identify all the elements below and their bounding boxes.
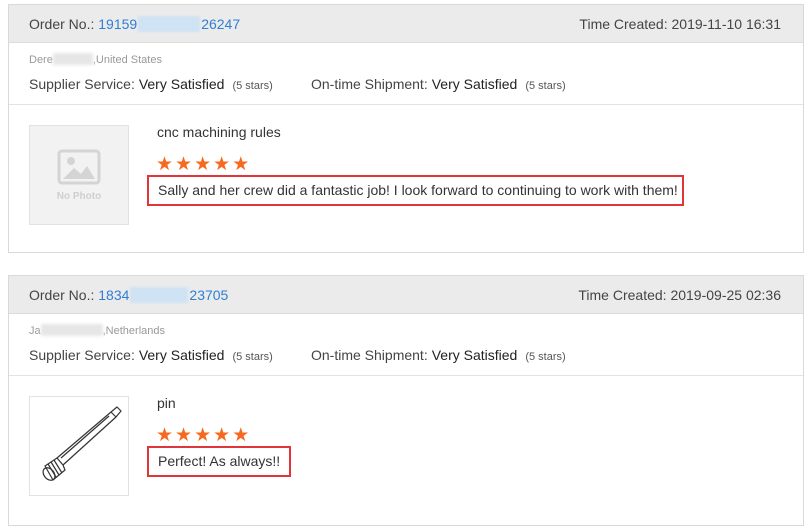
product-name[interactable]: cnc machining rules: [157, 124, 281, 140]
star-icon: ★: [213, 154, 231, 175]
redacted-mask: [52, 53, 93, 65]
time-created: Time Created: 2019-11-10 16:31: [579, 16, 781, 32]
time-created-label: Time Created:: [579, 15, 668, 32]
buyer-info: Dere ,United States: [29, 53, 783, 67]
buyer-name: Ja: [29, 325, 41, 337]
supplier-service-label: Supplier Service:: [29, 347, 135, 363]
ontime-shipment-label: On-time Shipment:: [311, 76, 428, 92]
no-photo-label: No Photo: [56, 190, 102, 202]
time-created-value: 2019-09-25 02:36: [670, 286, 781, 303]
ontime-shipment-rating: On-time Shipment: Very Satisfied (5 star…: [311, 76, 566, 92]
star-rating: ★ ★ ★ ★ ★: [156, 155, 249, 174]
ontime-shipment-value: Very Satisfied: [431, 76, 518, 92]
ontime-shipment-stars: (5 stars): [525, 351, 566, 363]
supplier-service-stars: (5 stars): [232, 351, 273, 363]
star-icon: ★: [194, 425, 212, 446]
order-number-link[interactable]: 19159 26247: [98, 15, 240, 32]
star-icon: ★: [156, 154, 174, 175]
review-header: Order No.: 1834 23705 Time Created: 2019-…: [9, 276, 803, 314]
review-header: Order No.: 19159 26247 Time Created: 2019…: [9, 5, 803, 43]
buyer-country: ,United States: [92, 54, 162, 66]
time-created-value: 2019-11-10 16:31: [671, 15, 782, 32]
star-icon: ★: [194, 154, 212, 175]
review-comment-text: Perfect! As always!!: [158, 453, 281, 469]
no-photo-icon: [57, 149, 101, 184]
supplier-service-rating: Supplier Service: Very Satisfied (5 star…: [29, 347, 311, 363]
time-created: Time Created: 2019-09-25 02:36: [578, 287, 781, 303]
buyer-info: Ja ,Netherlands: [29, 324, 783, 338]
buyer-name: Dere: [29, 54, 53, 66]
review-card: Order No.: 1834 23705 Time Created: 2019-…: [8, 275, 804, 526]
supplier-service-label: Supplier Service:: [29, 76, 135, 92]
star-rating: ★ ★ ★ ★ ★: [156, 426, 249, 445]
ratings-row: Supplier Service: Very Satisfied (5 star…: [29, 347, 783, 363]
order-number: Order No.: 19159 26247: [29, 15, 240, 32]
redacted-mask: [40, 324, 103, 336]
product-name[interactable]: pin: [157, 395, 176, 411]
redacted-mask: [138, 15, 201, 32]
ontime-shipment-label: On-time Shipment:: [311, 347, 428, 363]
buyer-country: ,Netherlands: [102, 325, 165, 337]
supplier-service-value: Very Satisfied: [138, 347, 225, 363]
review-comment: Sally and her crew did a fantastic job! …: [147, 175, 684, 206]
product-image[interactable]: No Photo: [29, 125, 129, 225]
star-icon: ★: [213, 425, 231, 446]
ratings-row: Supplier Service: Very Satisfied (5 star…: [29, 76, 783, 92]
review-card: Order No.: 19159 26247 Time Created: 2019…: [8, 4, 804, 253]
supplier-service-rating: Supplier Service: Very Satisfied (5 star…: [29, 76, 311, 92]
review-comment: Perfect! As always!!: [147, 446, 291, 477]
order-number-label: Order No.:: [29, 286, 95, 303]
star-icon: ★: [232, 425, 250, 446]
ontime-shipment-value: Very Satisfied: [431, 347, 518, 363]
ontime-shipment-stars: (5 stars): [525, 80, 566, 92]
star-icon: ★: [175, 425, 193, 446]
product-image[interactable]: [29, 396, 129, 496]
product-review: pin ★ ★ ★ ★ ★ Perfect! As always!!: [9, 376, 803, 515]
review-comment-text: Sally and her crew did a fantastic job! …: [158, 182, 678, 198]
supplier-service-stars: (5 stars): [232, 80, 273, 92]
ontime-shipment-rating: On-time Shipment: Very Satisfied (5 star…: [311, 347, 566, 363]
time-created-label: Time Created:: [578, 286, 667, 303]
product-review: No Photo cnc machining rules ★ ★ ★ ★ ★ S…: [9, 105, 803, 244]
supplier-service-value: Very Satisfied: [138, 76, 225, 92]
order-number: Order No.: 1834 23705: [29, 286, 228, 303]
star-icon: ★: [156, 425, 174, 446]
star-icon: ★: [232, 154, 250, 175]
star-icon: ★: [175, 154, 193, 175]
pin-part-icon: [42, 406, 122, 481]
order-number-label: Order No.:: [29, 15, 95, 32]
review-meta: Ja ,Netherlands Supplier Service: Very Sa…: [9, 314, 803, 376]
order-number-link[interactable]: 1834 23705: [98, 286, 228, 303]
review-meta: Dere ,United States Supplier Service: Ver…: [9, 43, 803, 105]
redacted-mask: [130, 286, 189, 303]
